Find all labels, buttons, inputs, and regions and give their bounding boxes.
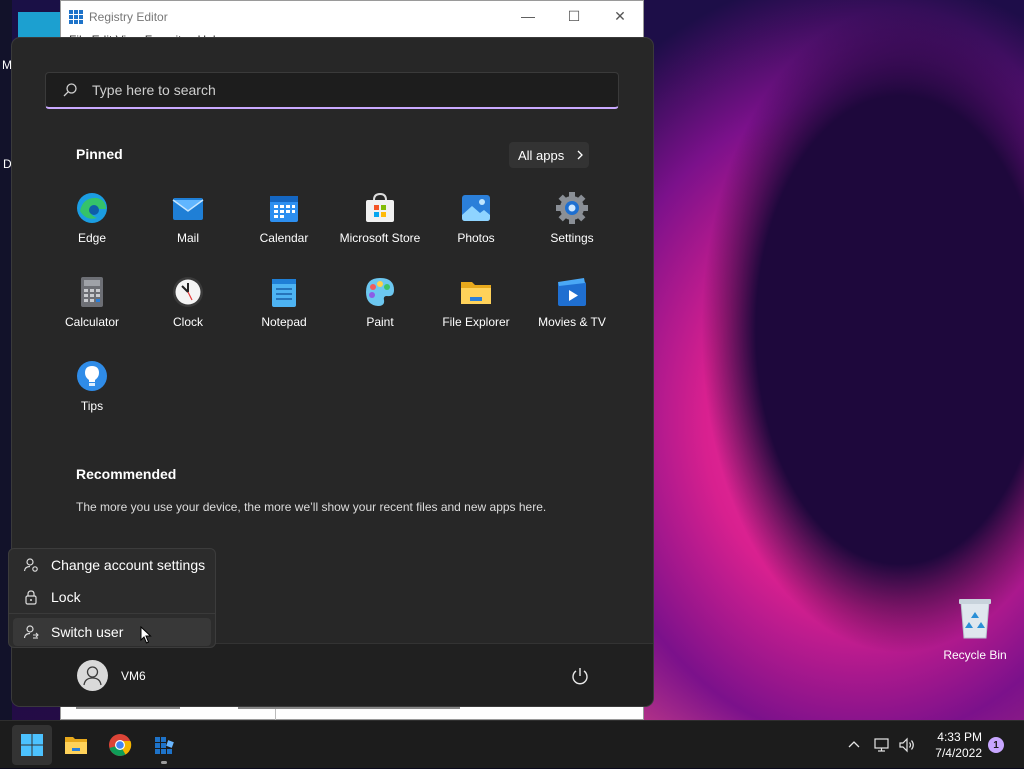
registry-editor-icon bbox=[155, 737, 174, 754]
lock-icon bbox=[25, 590, 37, 605]
account-settings-icon bbox=[23, 558, 38, 572]
folder-icon bbox=[461, 282, 491, 304]
app-label: File Explorer bbox=[442, 315, 510, 329]
app-label: Movies & TV bbox=[538, 315, 606, 329]
recycle-bin-label: Recycle Bin bbox=[943, 648, 1007, 662]
user-avatar[interactable] bbox=[77, 660, 108, 691]
network-icon bbox=[874, 738, 889, 752]
app-label: Photos bbox=[457, 231, 495, 245]
start-button[interactable] bbox=[12, 725, 52, 765]
app-label: Microsoft Store bbox=[339, 231, 421, 245]
search-input[interactable] bbox=[90, 81, 618, 99]
desktop-label-fragment: M bbox=[2, 58, 12, 72]
clock-time: 4:33 PM bbox=[937, 730, 982, 744]
app-label: Paint bbox=[366, 315, 394, 329]
minimize-button[interactable]: — bbox=[505, 1, 551, 31]
edge-icon bbox=[77, 193, 107, 223]
pinned-app-edge[interactable]: Edge bbox=[44, 183, 140, 267]
user-name[interactable]: VM6 bbox=[121, 669, 146, 683]
show-hidden-icons-button[interactable] bbox=[846, 721, 862, 769]
chevron-up-icon bbox=[848, 741, 860, 748]
pinned-app-settings[interactable]: Settings bbox=[524, 183, 620, 267]
desktop-icon-recycle-bin[interactable]: Recycle Bin bbox=[940, 596, 1010, 662]
volume-button[interactable] bbox=[899, 721, 915, 769]
taskbar-registry-editor[interactable] bbox=[144, 725, 184, 765]
tips-icon bbox=[77, 361, 107, 391]
pinned-app-clock[interactable]: Clock bbox=[140, 267, 236, 351]
menu-item-change-account-settings[interactable]: Change account settings bbox=[13, 551, 211, 579]
paint-icon bbox=[366, 278, 394, 306]
menu-item-label: Lock bbox=[51, 589, 81, 605]
pinned-app-movies-tv[interactable]: Movies & TV bbox=[524, 267, 620, 351]
power-icon[interactable] bbox=[570, 666, 590, 686]
taskbar-file-explorer[interactable] bbox=[56, 725, 96, 765]
desktop-icon-partial[interactable] bbox=[18, 12, 60, 40]
recommended-heading: Recommended bbox=[76, 466, 177, 482]
menu-item-switch-user[interactable]: Switch user bbox=[13, 618, 211, 646]
search-icon bbox=[63, 83, 77, 97]
windows-logo-icon bbox=[21, 734, 43, 756]
running-indicator bbox=[161, 761, 167, 764]
menu-item-label: Switch user bbox=[51, 624, 124, 640]
switch-user-icon bbox=[23, 625, 39, 639]
all-apps-label: All apps bbox=[518, 147, 565, 163]
pinned-app-calendar[interactable]: Calendar bbox=[236, 183, 332, 267]
movies-icon bbox=[558, 278, 586, 306]
user-icon bbox=[83, 666, 102, 686]
recommended-empty-message: The more you use your device, the more w… bbox=[76, 500, 547, 514]
chevron-right-icon bbox=[577, 150, 584, 160]
app-label: Edge bbox=[77, 231, 107, 245]
start-search-box[interactable] bbox=[45, 72, 619, 109]
app-label: Notepad bbox=[261, 315, 307, 329]
notepad-icon bbox=[272, 279, 296, 307]
pinned-app-microsoft-store[interactable]: Microsoft Store bbox=[332, 183, 428, 267]
clock-icon bbox=[173, 277, 203, 307]
pinned-app-calculator[interactable]: Calculator bbox=[44, 267, 140, 351]
chrome-icon bbox=[109, 734, 132, 756]
calculator-icon bbox=[81, 277, 103, 307]
pinned-app-mail[interactable]: Mail bbox=[140, 183, 236, 267]
folder-icon bbox=[65, 737, 87, 754]
close-button[interactable]: ✕ bbox=[597, 1, 643, 31]
taskbar-clock[interactable]: 4:33 PM 7/4/2022 bbox=[920, 729, 982, 761]
taskbar-chrome[interactable] bbox=[100, 725, 140, 765]
store-icon bbox=[366, 192, 394, 222]
start-user-bar: VM6 bbox=[12, 643, 653, 706]
window-title: Registry Editor bbox=[89, 10, 168, 24]
taskbar: 4:33 PM 7/4/2022 1 bbox=[0, 720, 1024, 768]
calendar-icon bbox=[270, 196, 298, 222]
app-label: Calculator bbox=[64, 315, 120, 329]
pinned-app-photos[interactable]: Photos bbox=[428, 183, 524, 267]
photos-icon bbox=[462, 195, 490, 221]
recycle-bin-icon bbox=[959, 599, 991, 639]
pinned-app-notepad[interactable]: Notepad bbox=[236, 267, 332, 351]
app-label: Calendar bbox=[259, 231, 309, 245]
app-label: Clock bbox=[172, 315, 203, 329]
all-apps-button[interactable]: All apps bbox=[509, 142, 589, 168]
app-label: Settings bbox=[550, 231, 594, 245]
speaker-icon bbox=[899, 737, 914, 753]
pinned-app-tips[interactable]: Tips bbox=[44, 351, 140, 435]
registry-editor-icon bbox=[69, 10, 83, 24]
pinned-apps-grid: Edge Mail Calendar Microsoft Store Photo… bbox=[44, 183, 620, 435]
app-label: Tips bbox=[80, 399, 104, 413]
account-context-menu: Change account settings Lock Switch user bbox=[8, 548, 216, 648]
pinned-app-file-explorer[interactable]: File Explorer bbox=[428, 267, 524, 351]
menu-separator bbox=[9, 613, 215, 614]
pinned-app-paint[interactable]: Paint bbox=[332, 267, 428, 351]
menu-item-lock[interactable]: Lock bbox=[13, 583, 211, 611]
maximize-button[interactable]: ☐ bbox=[551, 1, 597, 31]
menu-item-label: Change account settings bbox=[51, 557, 206, 573]
horizontal-scrollbar[interactable] bbox=[238, 707, 460, 709]
notification-badge[interactable]: 1 bbox=[988, 737, 1004, 753]
network-status-button[interactable] bbox=[874, 721, 890, 769]
app-label: Mail bbox=[176, 231, 199, 245]
pinned-heading: Pinned bbox=[76, 146, 123, 162]
mouse-cursor-icon bbox=[140, 626, 152, 644]
clock-date: 7/4/2022 bbox=[935, 746, 982, 760]
horizontal-scrollbar[interactable] bbox=[76, 707, 180, 709]
settings-icon bbox=[556, 192, 588, 224]
mail-icon bbox=[172, 198, 204, 220]
